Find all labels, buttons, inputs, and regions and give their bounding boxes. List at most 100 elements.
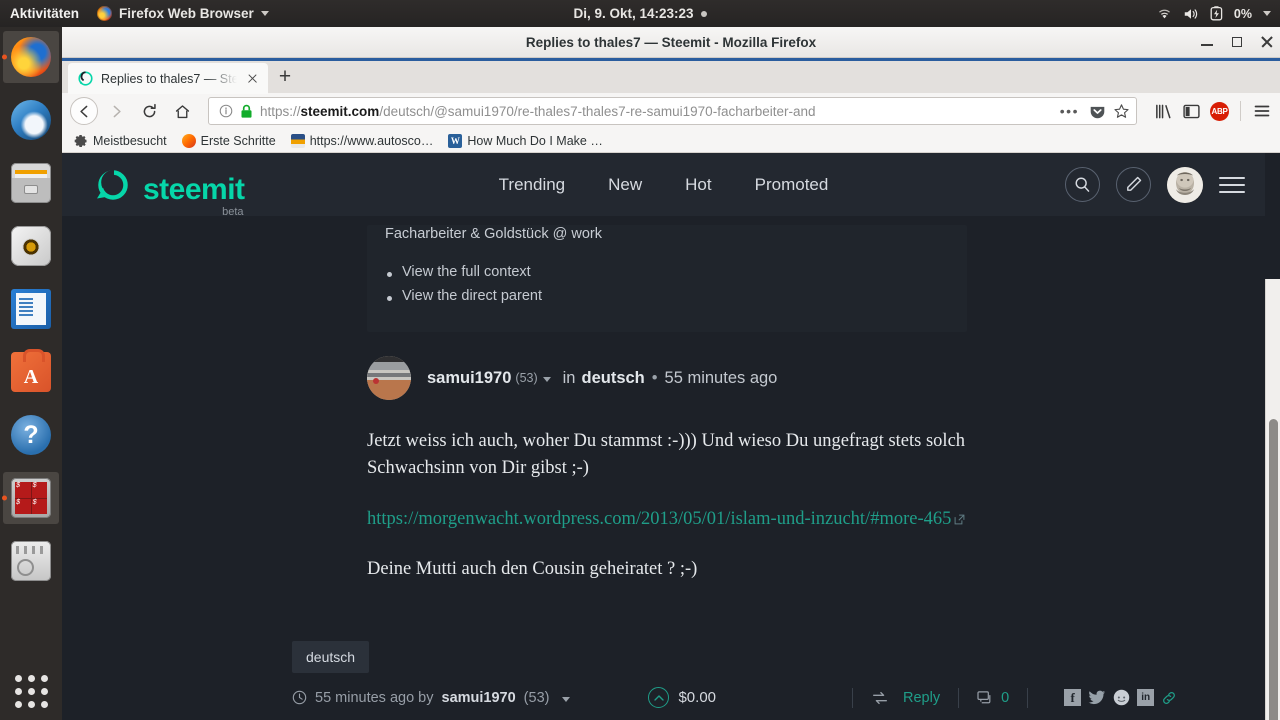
wsj-icon: W	[448, 133, 463, 148]
reload-button[interactable]	[134, 96, 164, 126]
pocket-icon[interactable]	[1089, 103, 1106, 120]
browser-tab-active[interactable]: Replies to thales7 — Ste	[68, 63, 268, 94]
site-logo[interactable]: steemit beta	[84, 165, 245, 217]
close-icon[interactable]	[245, 71, 260, 86]
battery-icon	[1210, 6, 1223, 21]
bookmark-getting-started[interactable]: Erste Schritte	[176, 132, 282, 150]
resteem-icon[interactable]	[871, 690, 889, 706]
adblock-plus-icon[interactable]: ABP	[1210, 101, 1229, 121]
view-full-context-link[interactable]: View the full context	[385, 264, 949, 280]
bookmark-autosco[interactable]: https://www.autosco…	[285, 132, 440, 150]
info-icon[interactable]	[219, 104, 233, 118]
post-meta: samui1970 (53) in deutsch • 55 minutes a…	[427, 369, 777, 388]
new-tab-button[interactable]: +	[268, 62, 302, 92]
lock-icon[interactable]	[240, 104, 253, 119]
home-button[interactable]	[167, 96, 197, 126]
activities-button[interactable]: Aktivitäten	[0, 6, 91, 21]
site-logo-text: steemit beta	[143, 174, 245, 217]
comment-count[interactable]: 0	[977, 690, 1009, 706]
gnome-top-bar: Aktivitäten Firefox Web Browser Di, 9. O…	[0, 0, 1280, 27]
chevron-down-icon	[1263, 11, 1271, 16]
avatar-image	[367, 356, 411, 400]
wifi-icon	[1158, 9, 1170, 19]
dock-item-terminal[interactable]	[3, 472, 59, 524]
url-text[interactable]: https://steemit.com/deutsch/@samui1970/r…	[260, 104, 1050, 119]
nav-new[interactable]: New	[608, 175, 642, 195]
bookmark-most-visited[interactable]: Meistbesucht	[68, 132, 173, 150]
dock-item-ubuntu-software[interactable]	[3, 346, 59, 398]
site-nav: Trending New Hot Promoted	[499, 175, 829, 195]
hamburger-menu-icon[interactable]	[1252, 101, 1272, 121]
back-button[interactable]	[70, 97, 98, 125]
system-status-area[interactable]: 0%	[1157, 6, 1271, 21]
nav-trending[interactable]: Trending	[499, 175, 565, 195]
nav-hot[interactable]: Hot	[685, 175, 711, 195]
link-icon[interactable]	[1161, 690, 1177, 706]
app-menu-label: Firefox Web Browser	[119, 6, 254, 21]
system-settings-icon	[11, 541, 51, 581]
terminal-icon	[11, 478, 51, 518]
minimize-button[interactable]	[1200, 35, 1214, 49]
tag-deutsch[interactable]: deutsch	[292, 641, 370, 674]
view-direct-parent-link[interactable]: View the direct parent	[385, 288, 949, 304]
category-link[interactable]: deutsch	[581, 369, 644, 388]
dock-item-system-settings[interactable]	[3, 535, 59, 587]
home-icon	[175, 104, 189, 118]
facebook-icon[interactable]: f	[1064, 689, 1082, 707]
external-link[interactable]: https://morgenwacht.wordpress.com/2013/0…	[367, 509, 951, 529]
battery-percent-label: 0%	[1233, 6, 1252, 21]
upvote-button[interactable]	[648, 687, 670, 709]
post-footer: 55 minutes ago by samui1970 (53) $0.00 R…	[292, 687, 1280, 709]
forward-button[interactable]	[101, 96, 131, 126]
help-icon	[11, 415, 51, 455]
scrollbar-thumb[interactable]	[1269, 419, 1278, 720]
post-tags: deutsch	[292, 641, 1265, 674]
search-button[interactable]	[1065, 167, 1100, 202]
separator-dot: •	[651, 368, 658, 387]
chevron-down-icon	[260, 11, 269, 16]
app-menu-button[interactable]: Firefox Web Browser	[91, 6, 275, 21]
close-button[interactable]	[1260, 35, 1274, 49]
author-avatar[interactable]	[367, 356, 411, 400]
upvote-icon	[654, 695, 664, 701]
chevron-down-icon[interactable]	[562, 696, 571, 702]
site-header: steemit beta Trending New Hot Promoted	[62, 153, 1265, 217]
post-content: Facharbeiter & Goldstück @ work View the…	[62, 225, 1265, 709]
library-icon[interactable]	[1154, 102, 1173, 121]
maximize-button[interactable]	[1230, 35, 1244, 49]
reddit-icon[interactable]	[1113, 689, 1130, 706]
tab-title: Replies to thales7 — Ste	[101, 71, 237, 86]
dock-item-thunderbird[interactable]	[3, 94, 59, 146]
compose-button[interactable]	[1116, 167, 1151, 202]
payout-value[interactable]: $0.00	[678, 689, 716, 706]
twitter-icon[interactable]	[1088, 690, 1106, 705]
dock-item-rhythmbox[interactable]	[3, 220, 59, 272]
user-avatar[interactable]	[1167, 166, 1203, 203]
window-title-bar: Replies to thales7 — Steemit - Mozilla F…	[62, 27, 1280, 58]
comment-icon	[977, 691, 991, 704]
footer-age: 55 minutes ago by	[315, 689, 434, 706]
clock-label: Di, 9. Okt, 14:23:23	[573, 6, 694, 21]
page-scrollbar[interactable]	[1265, 279, 1280, 720]
dock-item-files[interactable]	[3, 157, 59, 209]
show-applications-button[interactable]	[0, 675, 62, 708]
dock-item-help[interactable]	[3, 409, 59, 461]
page-actions-button[interactable]: •••	[1057, 103, 1082, 119]
steemit-favicon	[78, 71, 93, 86]
linkedin-icon[interactable]: in	[1137, 689, 1155, 707]
footer-author[interactable]: samui1970	[442, 690, 516, 706]
reply-button[interactable]: Reply	[903, 690, 940, 706]
bookmark-how-much-do-i-make[interactable]: W How Much Do I Make …	[442, 132, 608, 150]
chevron-down-icon[interactable]	[542, 377, 551, 382]
dock-item-libreoffice-writer[interactable]	[3, 283, 59, 335]
volume-icon	[1184, 8, 1198, 19]
action-separator	[958, 687, 960, 708]
libreoffice-writer-icon	[11, 289, 51, 329]
site-menu-button[interactable]	[1219, 176, 1245, 193]
url-bar[interactable]: https://steemit.com/deutsch/@samui1970/r…	[208, 97, 1137, 125]
nav-promoted[interactable]: Promoted	[755, 175, 829, 195]
star-icon[interactable]	[1113, 103, 1130, 120]
dock-item-firefox[interactable]	[3, 31, 59, 83]
sidebar-icon[interactable]	[1182, 102, 1201, 121]
author-name[interactable]: samui1970	[427, 369, 511, 388]
